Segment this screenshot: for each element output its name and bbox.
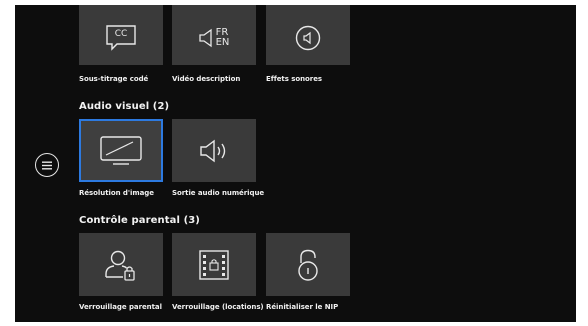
sound-effects-icon — [295, 25, 321, 51]
closed-caption-icon: CC — [105, 25, 137, 51]
rental-lock-label: Verrouillage (locations) — [172, 303, 264, 311]
digital-audio-tile[interactable] — [172, 119, 256, 182]
unlock-icon — [297, 249, 319, 281]
sound-effects-label: Effets sonores — [266, 75, 323, 83]
picture-resolution-tile[interactable] — [79, 119, 163, 182]
menu-button[interactable] — [35, 153, 59, 177]
film-lock-icon — [199, 249, 229, 280]
video-description-icon: FR EN — [198, 28, 230, 48]
hamburger-icon — [42, 161, 52, 170]
digital-audio-label: Sortie audio numérique — [172, 189, 265, 197]
video-description-label: Vidéo description — [172, 75, 241, 83]
video-description-tile[interactable]: FR EN — [172, 5, 256, 65]
closed-caption-tile[interactable]: CC — [79, 5, 163, 65]
closed-caption-label: Sous-titrage codé — [79, 75, 149, 83]
parental-control-title: Contrôle parental (3) — [79, 215, 200, 226]
settings-screen: CC Sous-titrage codé FR EN Vidéo descrip… — [15, 5, 576, 322]
reset-pin-tile[interactable] — [266, 233, 350, 296]
speaker-icon — [199, 139, 229, 163]
rental-lock-tile[interactable] — [172, 233, 256, 296]
parental-lock-label: Verrouillage parental — [79, 303, 162, 311]
reset-pin-label: Réinitialiser le NIP — [266, 303, 339, 311]
user-lock-icon — [104, 249, 138, 281]
audio-visual-title: Audio visuel (2) — [79, 101, 170, 112]
picture-resolution-label: Résolution d'image — [79, 189, 154, 197]
parental-lock-tile[interactable] — [79, 233, 163, 296]
sound-effects-tile[interactable] — [266, 5, 350, 65]
closed-caption-icon-text: CC — [114, 29, 128, 39]
picture-resolution-icon — [100, 135, 142, 166]
language-en-text: EN — [215, 37, 230, 48]
